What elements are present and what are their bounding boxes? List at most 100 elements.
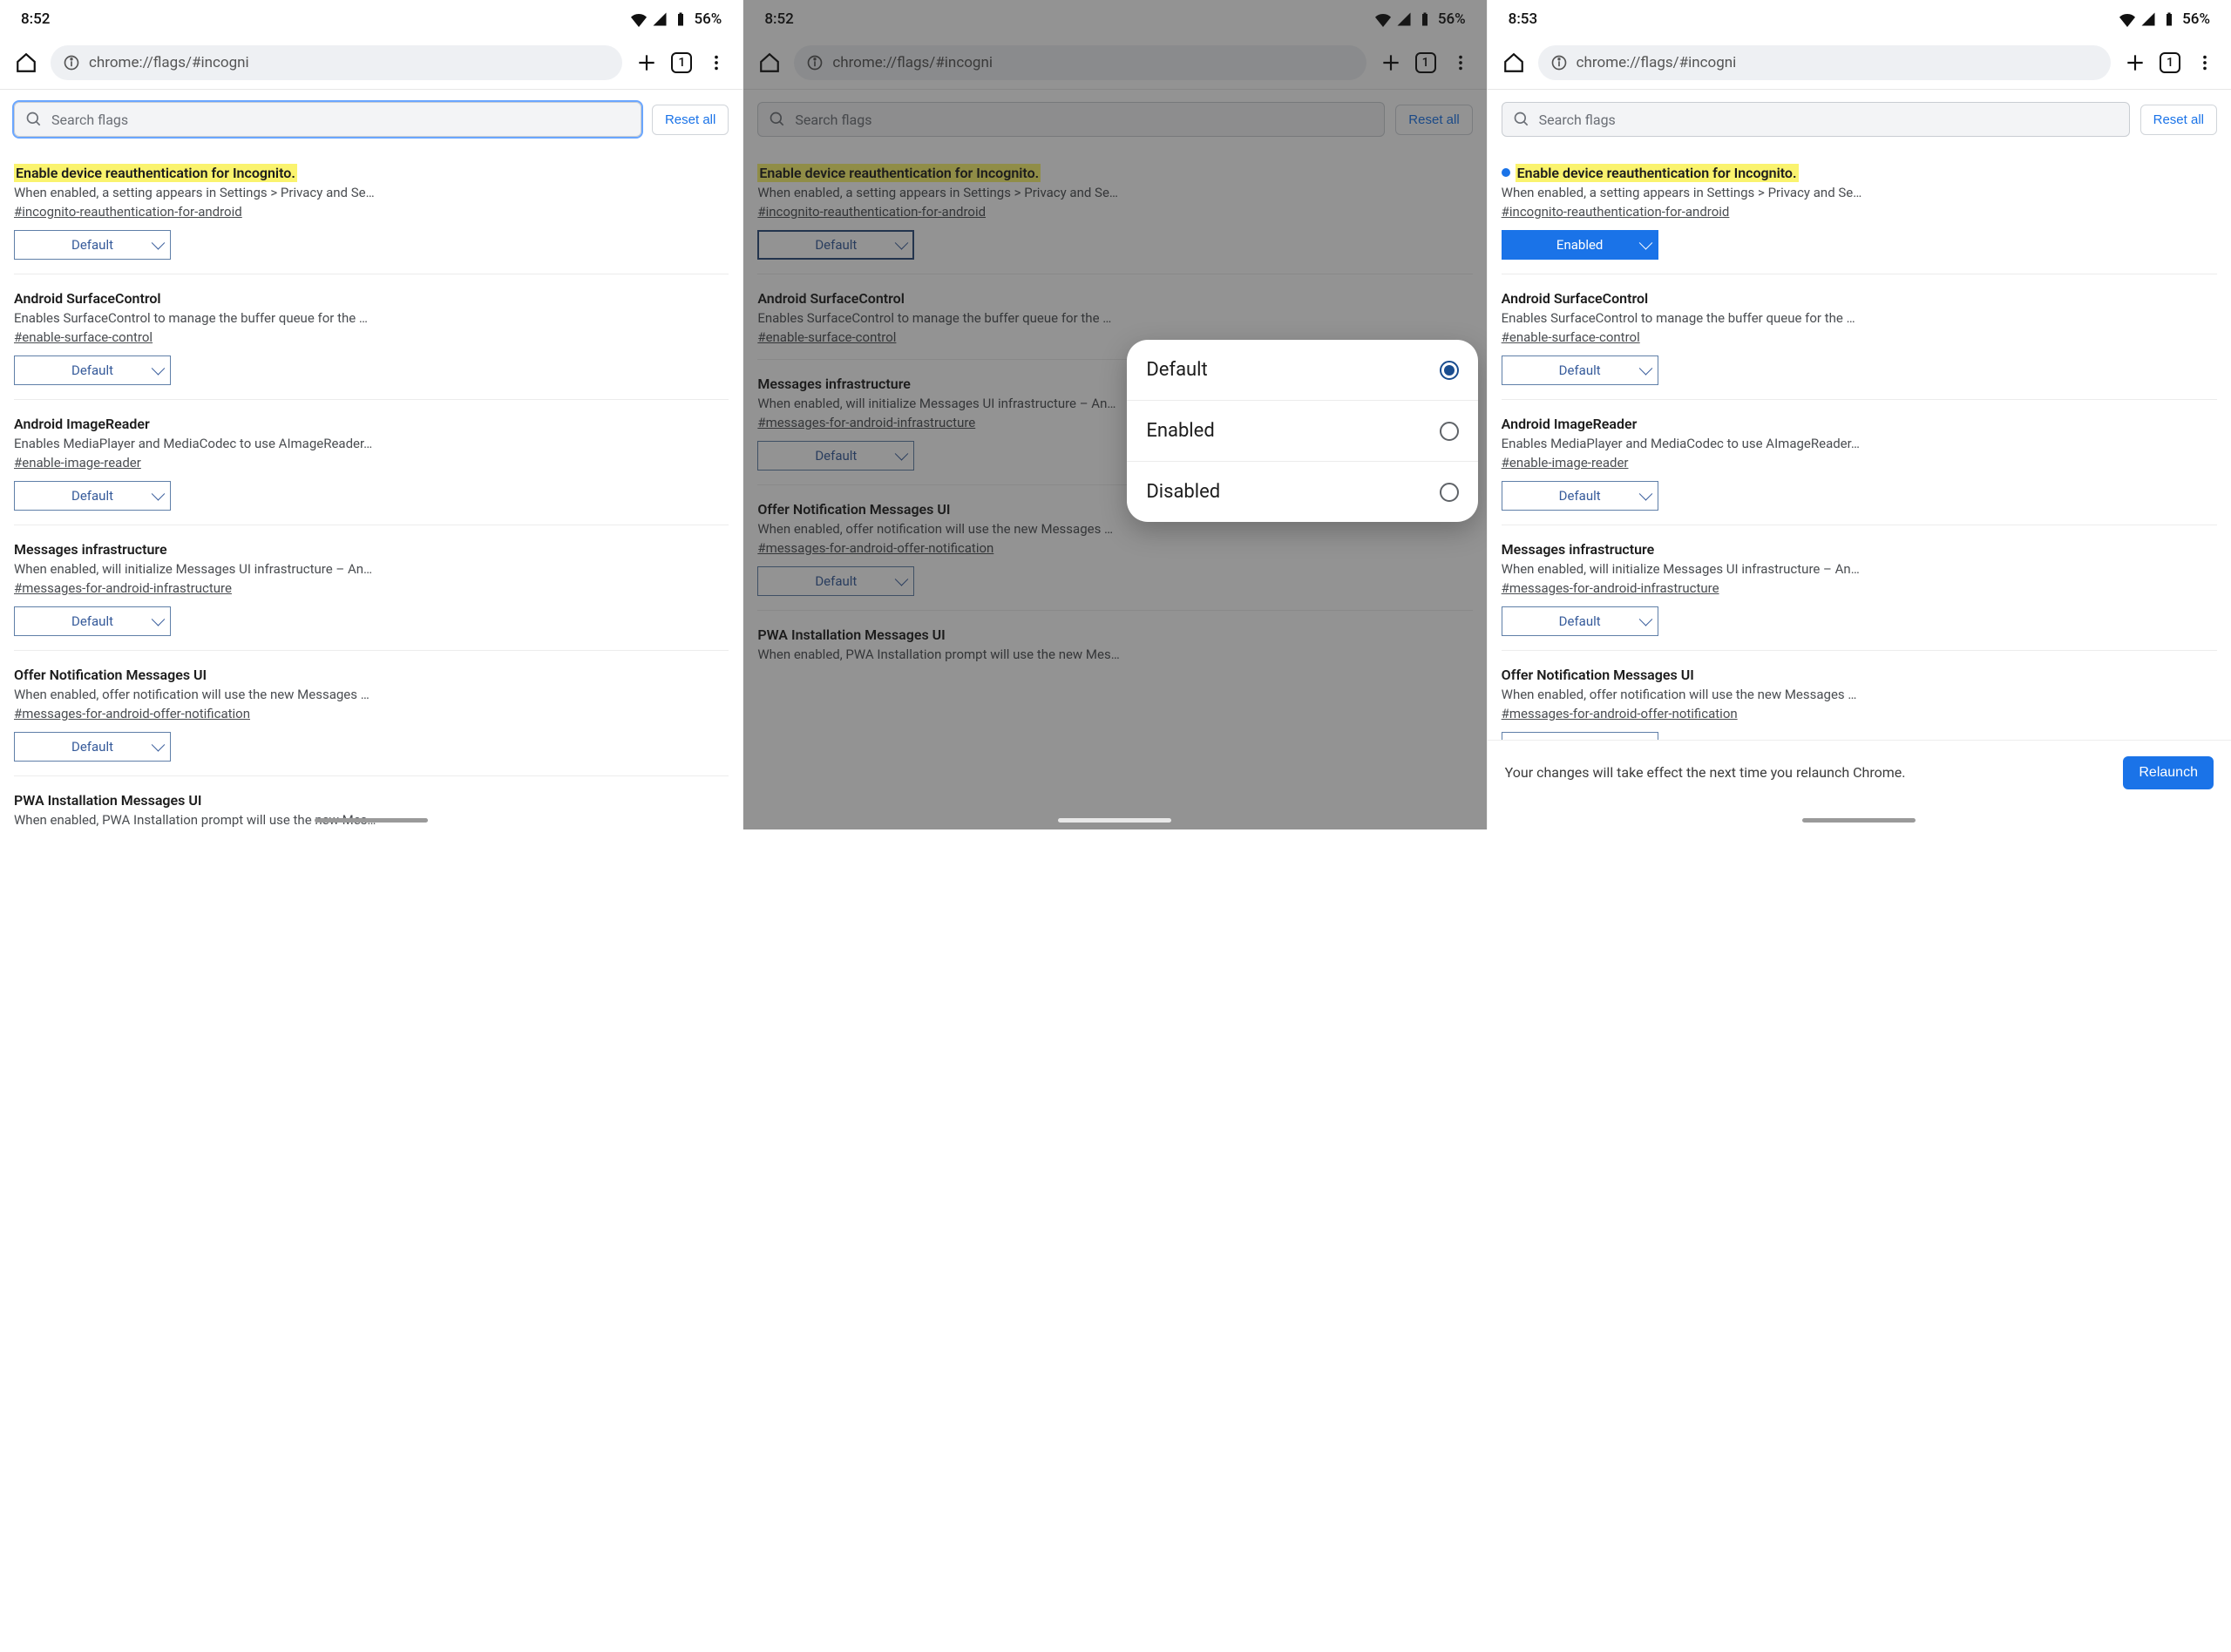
reset-all-button[interactable]: Reset all bbox=[652, 105, 729, 135]
omnibox[interactable]: chrome://flags/#incogni bbox=[51, 45, 622, 80]
screen-after: 8:53 56% chrome://flags/#incogni 1 Searc… bbox=[1488, 0, 2231, 829]
flag-select[interactable]: Default bbox=[1502, 355, 1658, 385]
wifi-icon bbox=[2119, 11, 2135, 27]
flag-title: Android ImageReader bbox=[14, 416, 150, 432]
flag-desc: When enabled, a setting appears in Setti… bbox=[14, 185, 729, 200]
reset-all-button[interactable]: Reset all bbox=[2140, 105, 2217, 135]
flag-title: Android SurfaceControl bbox=[14, 290, 161, 307]
flag-title: Android ImageReader bbox=[1502, 416, 1638, 432]
flag-hash-link[interactable]: #incognito-reauthentication-for-android bbox=[14, 204, 242, 220]
flag-desc: Enables MediaPlayer and MediaCodec to us… bbox=[1502, 436, 2217, 451]
flag-title: Messages infrastructure bbox=[14, 541, 167, 558]
option-label: Enabled bbox=[1146, 420, 1214, 442]
search-icon bbox=[25, 111, 43, 128]
status-bar: 8:53 56% bbox=[1488, 0, 2231, 38]
flag-item: Messages infrastructure When enabled, wi… bbox=[14, 525, 729, 650]
select-dialog: Default Enabled Disabled bbox=[1127, 340, 1477, 522]
status-icons: 56% bbox=[2119, 10, 2210, 28]
omnibox-row: chrome://flags/#incogni 1 bbox=[0, 38, 743, 89]
search-placeholder: Search flags bbox=[51, 112, 128, 128]
flag-title: Offer Notification Messages UI bbox=[1502, 667, 1694, 683]
flag-select[interactable]: Default bbox=[1502, 606, 1658, 636]
search-input[interactable]: Search flags bbox=[1502, 102, 2130, 137]
flag-title: PWA Installation Messages UI bbox=[14, 792, 201, 809]
url-text: chrome://flags/#incogni bbox=[89, 54, 249, 71]
overflow-menu-icon[interactable] bbox=[704, 51, 729, 75]
signal-icon bbox=[2140, 11, 2156, 27]
omnibox[interactable]: chrome://flags/#incogni bbox=[1538, 45, 2111, 80]
home-icon[interactable] bbox=[14, 51, 38, 75]
info-icon bbox=[63, 54, 80, 71]
radio-icon bbox=[1440, 422, 1459, 441]
flag-item: Android ImageReader Enables MediaPlayer … bbox=[14, 399, 729, 525]
battery-icon bbox=[2161, 11, 2177, 27]
flag-hash-link[interactable]: #messages-for-android-infrastructure bbox=[1502, 580, 1719, 596]
flag-hash-link[interactable]: #messages-for-android-offer-notification bbox=[1502, 706, 1738, 721]
home-icon[interactable] bbox=[1502, 51, 1526, 75]
flag-desc: When enabled, offer notification will us… bbox=[14, 687, 729, 702]
flags-list: Enable device reauthentication for Incog… bbox=[1488, 149, 2231, 775]
flag-title: Android SurfaceControl bbox=[1502, 290, 1649, 307]
tab-switcher-icon[interactable]: 1 bbox=[671, 52, 692, 73]
snackbar-text: Your changes will take effect the next t… bbox=[1505, 763, 2110, 782]
screen-before: 8:52 56% chrome://flags/#incogni 1 Searc… bbox=[0, 0, 743, 829]
flag-select[interactable]: Default bbox=[14, 481, 171, 511]
radio-icon bbox=[1440, 361, 1459, 380]
gesture-bar[interactable] bbox=[1058, 818, 1171, 823]
gesture-bar[interactable] bbox=[315, 818, 428, 823]
changed-dot-icon bbox=[1502, 168, 1510, 177]
option-default[interactable]: Default bbox=[1127, 340, 1477, 401]
flag-desc: When enabled, a setting appears in Setti… bbox=[1502, 185, 2217, 200]
option-disabled[interactable]: Disabled bbox=[1127, 462, 1477, 522]
new-tab-icon[interactable] bbox=[2123, 51, 2147, 75]
battery-percent: 56% bbox=[2182, 10, 2210, 28]
flag-select[interactable]: Default bbox=[14, 732, 171, 762]
flag-hash-link[interactable]: #messages-for-android-offer-notification bbox=[14, 706, 250, 721]
flags-toolbar: Search flags Reset all bbox=[0, 90, 743, 149]
flag-select[interactable]: Enabled bbox=[1502, 230, 1658, 260]
screen-picker: 8:52 56% chrome://flags/#incogni 1 Searc… bbox=[743, 0, 1487, 829]
flag-item: Messages infrastructure When enabled, wi… bbox=[1502, 525, 2217, 650]
tab-switcher-icon[interactable]: 1 bbox=[2160, 52, 2180, 73]
flag-select[interactable]: Default bbox=[14, 230, 171, 260]
flag-item: Enable device reauthentication for Incog… bbox=[14, 149, 729, 274]
battery-percent: 56% bbox=[694, 10, 722, 28]
flag-hash-link[interactable]: #messages-for-android-infrastructure bbox=[14, 580, 232, 596]
option-label: Disabled bbox=[1146, 481, 1220, 503]
flag-select[interactable]: Default bbox=[14, 355, 171, 385]
option-enabled[interactable]: Enabled bbox=[1127, 401, 1477, 462]
clock: 8:53 bbox=[1509, 10, 1537, 28]
flag-desc: Enables MediaPlayer and MediaCodec to us… bbox=[14, 436, 729, 451]
flag-select[interactable]: Default bbox=[14, 606, 171, 636]
info-icon bbox=[1550, 54, 1568, 71]
gesture-bar[interactable] bbox=[1802, 818, 1916, 823]
flags-toolbar: Search flags Reset all bbox=[1488, 90, 2231, 149]
flag-desc: Enables SurfaceControl to manage the buf… bbox=[1502, 310, 2217, 326]
flag-desc: When enabled, will initialize Messages U… bbox=[14, 561, 729, 577]
flag-select[interactable]: Default bbox=[1502, 481, 1658, 511]
overflow-menu-icon[interactable] bbox=[2193, 51, 2217, 75]
option-label: Default bbox=[1146, 359, 1207, 381]
flag-hash-link[interactable]: #enable-image-reader bbox=[14, 455, 141, 471]
flag-desc: When enabled, will initialize Messages U… bbox=[1502, 561, 2217, 577]
search-icon bbox=[1513, 111, 1530, 128]
flag-hash-link[interactable]: #enable-image-reader bbox=[1502, 455, 1629, 471]
flag-item: Android SurfaceControl Enables SurfaceCo… bbox=[1502, 274, 2217, 399]
omnibox-row: chrome://flags/#incogni 1 bbox=[1488, 38, 2231, 89]
relaunch-button[interactable]: Relaunch bbox=[2123, 756, 2214, 789]
flag-item: Offer Notification Messages UI When enab… bbox=[14, 650, 729, 775]
flag-item: Enable device reauthentication for Incog… bbox=[1502, 149, 2217, 274]
search-input[interactable]: Search flags bbox=[14, 102, 641, 137]
flag-hash-link[interactable]: #enable-surface-control bbox=[1502, 329, 1640, 345]
status-icons: 56% bbox=[631, 10, 722, 28]
relaunch-snackbar: Your changes will take effect the next t… bbox=[1488, 740, 2231, 805]
new-tab-icon[interactable] bbox=[634, 51, 659, 75]
flag-title: Enable device reauthentication for Incog… bbox=[1516, 164, 1799, 182]
flag-hash-link[interactable]: #incognito-reauthentication-for-android bbox=[1502, 204, 1730, 220]
flag-hash-link[interactable]: #enable-surface-control bbox=[14, 329, 153, 345]
flag-item: Android ImageReader Enables MediaPlayer … bbox=[1502, 399, 2217, 525]
battery-icon bbox=[673, 11, 688, 27]
flag-title: Enable device reauthentication for Incog… bbox=[14, 164, 297, 182]
flag-title: Offer Notification Messages UI bbox=[14, 667, 207, 683]
flag-title: Messages infrastructure bbox=[1502, 541, 1655, 558]
